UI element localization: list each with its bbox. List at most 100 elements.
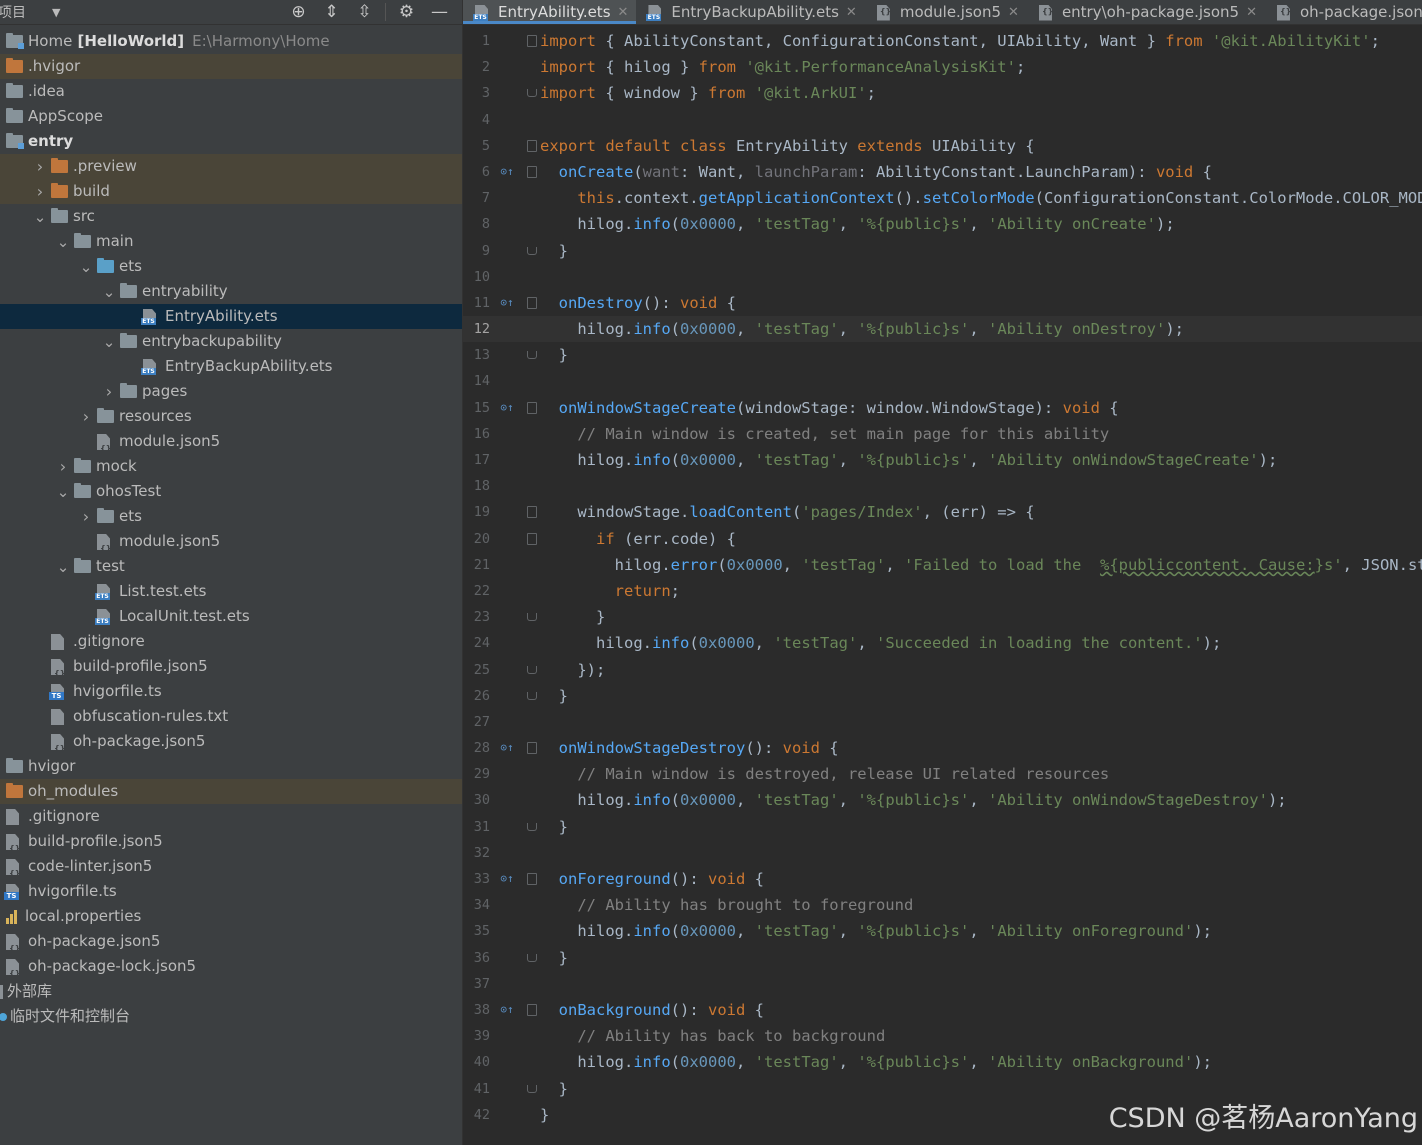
tree-item[interactable]: .gitignore bbox=[0, 629, 462, 654]
tree-item[interactable]: oh-package.json5 bbox=[0, 929, 462, 954]
code-line[interactable]: 26 } bbox=[463, 683, 1422, 709]
override-method-icon[interactable]: ⊙↑ bbox=[497, 159, 517, 185]
code-line[interactable]: 2 import { hilog } from '@kit.Performance… bbox=[463, 54, 1422, 80]
tree-item[interactable]: oh-package.json5 bbox=[0, 729, 462, 754]
fold-marker-icon[interactable] bbox=[527, 691, 537, 700]
fold-marker-icon[interactable] bbox=[527, 953, 537, 962]
code-line[interactable]: 18 bbox=[463, 473, 1422, 499]
tree-item[interactable]: ETS EntryAbility.ets bbox=[0, 304, 462, 329]
code-line[interactable]: 29 // Main window is destroyed, release … bbox=[463, 761, 1422, 787]
tree-item[interactable]: code-linter.json5 bbox=[0, 854, 462, 879]
code-line[interactable]: 8 hilog.info(0x0000, 'testTag', '%{publi… bbox=[463, 211, 1422, 237]
tree-item[interactable]: TS hvigorfile.ts bbox=[0, 879, 462, 904]
close-icon[interactable]: ✕ bbox=[618, 5, 629, 20]
code-line[interactable]: 23 } bbox=[463, 604, 1422, 630]
tree-item[interactable]: obfuscation-rules.txt bbox=[0, 704, 462, 729]
code-line[interactable]: 21 hilog.error(0x0000, 'testTag', 'Faile… bbox=[463, 552, 1422, 578]
chevron-down-icon[interactable]: ⌄ bbox=[52, 559, 74, 574]
fold-marker-icon[interactable] bbox=[527, 1084, 537, 1093]
tree-item[interactable]: › pages bbox=[0, 379, 462, 404]
code-line[interactable]: 9 } bbox=[463, 238, 1422, 264]
code-area[interactable]: 1 import { AbilityConstant, Configuration… bbox=[463, 28, 1422, 1128]
fold-marker-icon[interactable] bbox=[527, 165, 537, 178]
code-line[interactable]: 16 // Main window is created, set main p… bbox=[463, 421, 1422, 447]
tree-item[interactable]: build-profile.json5 bbox=[0, 654, 462, 679]
tree-item[interactable]: › ets bbox=[0, 504, 462, 529]
tree-item[interactable]: oh-package-lock.json5 bbox=[0, 954, 462, 979]
tree-item[interactable]: module.json5 bbox=[0, 429, 462, 454]
editor-tab[interactable]: oh-package.json5 bbox=[1265, 0, 1422, 24]
code-line[interactable]: 20 if (err.code) { bbox=[463, 526, 1422, 552]
code-line[interactable]: 7 this.context.getApplicationContext().s… bbox=[463, 185, 1422, 211]
tree-item[interactable]: › .preview bbox=[0, 154, 462, 179]
fold-marker-icon[interactable] bbox=[527, 822, 537, 831]
code-line[interactable]: 34 // Ability has brought to foreground bbox=[463, 892, 1422, 918]
code-line[interactable]: 38 ⊙↑ onBackground(): void { bbox=[463, 997, 1422, 1023]
tree-item[interactable]: ⌄ entryability bbox=[0, 279, 462, 304]
code-line[interactable]: 13 } bbox=[463, 342, 1422, 368]
fold-marker-icon[interactable] bbox=[527, 89, 537, 98]
tree-item[interactable]: .hvigor bbox=[0, 54, 462, 79]
override-method-icon[interactable]: ⊙↑ bbox=[497, 866, 517, 892]
code-line[interactable]: 15 ⊙↑ onWindowStageCreate(windowStage: wi… bbox=[463, 395, 1422, 421]
code-line[interactable]: 6 ⊙↑ onCreate(want: Want, launchParam: Ab… bbox=[463, 159, 1422, 185]
project-view-selector[interactable]: 项目 bbox=[0, 2, 26, 22]
fold-marker-icon[interactable] bbox=[527, 665, 537, 674]
code-line[interactable]: 31 } bbox=[463, 814, 1422, 840]
code-line[interactable]: 5 export default class EntryAbility exten… bbox=[463, 133, 1422, 159]
code-line[interactable]: 25 }); bbox=[463, 657, 1422, 683]
chevron-right-icon[interactable]: › bbox=[29, 179, 51, 204]
fold-marker-icon[interactable] bbox=[527, 246, 537, 255]
code-line[interactable]: 4 bbox=[463, 107, 1422, 133]
code-line[interactable]: 37 bbox=[463, 971, 1422, 997]
chevron-down-icon[interactable]: ⌄ bbox=[29, 209, 51, 224]
chevron-right-icon[interactable]: › bbox=[75, 404, 97, 429]
code-line[interactable]: 28 ⊙↑ onWindowStageDestroy(): void { bbox=[463, 735, 1422, 761]
chevron-right-icon[interactable]: › bbox=[98, 379, 120, 404]
code-line[interactable]: 36 } bbox=[463, 945, 1422, 971]
override-method-icon[interactable]: ⊙↑ bbox=[497, 735, 517, 761]
code-line[interactable]: 10 bbox=[463, 264, 1422, 290]
fold-marker-icon[interactable] bbox=[527, 351, 537, 360]
fold-marker-icon[interactable] bbox=[527, 873, 537, 885]
editor-tab[interactable]: ETS EntryBackupAbility.ets ✕ bbox=[636, 0, 864, 24]
tree-item[interactable]: AppScope bbox=[0, 104, 462, 129]
collapse-all-icon[interactable]: ⇳ bbox=[348, 2, 381, 22]
tree-item[interactable]: 外部库 bbox=[0, 979, 462, 1004]
code-line[interactable]: 12 hilog.info(0x0000, 'testTag', '%{publ… bbox=[463, 316, 1422, 343]
tree-item[interactable]: .idea bbox=[0, 79, 462, 104]
editor-tab[interactable]: ETS EntryAbility.ets ✕ bbox=[463, 0, 637, 24]
code-line[interactable]: 24 hilog.info(0x0000, 'testTag', 'Succee… bbox=[463, 630, 1422, 656]
tree-item[interactable]: oh_modules bbox=[0, 779, 462, 804]
tree-item[interactable]: module.json5 bbox=[0, 529, 462, 554]
gear-icon[interactable]: ⚙ bbox=[390, 2, 423, 22]
chevron-down-icon[interactable]: ⌄ bbox=[98, 284, 120, 299]
chevron-right-icon[interactable]: › bbox=[29, 154, 51, 179]
code-line[interactable]: 35 hilog.info(0x0000, 'testTag', '%{publ… bbox=[463, 918, 1422, 944]
code-line[interactable]: 17 hilog.info(0x0000, 'testTag', '%{publ… bbox=[463, 447, 1422, 473]
code-line[interactable]: 1 import { AbilityConstant, Configuration… bbox=[463, 28, 1422, 54]
close-icon[interactable]: ✕ bbox=[1008, 5, 1019, 20]
code-line[interactable]: 11 ⊙↑ onDestroy(): void { bbox=[463, 290, 1422, 316]
fold-marker-icon[interactable] bbox=[527, 532, 537, 545]
locate-icon[interactable]: ⊕ bbox=[282, 2, 315, 22]
tree-item[interactable]: local.properties bbox=[0, 904, 462, 929]
tree-item[interactable]: build-profile.json5 bbox=[0, 829, 462, 854]
tree-item[interactable]: ⌄ ohosTest bbox=[0, 479, 462, 504]
tree-item[interactable]: hvigor bbox=[0, 754, 462, 779]
code-line[interactable]: 39 // Ability has back to background bbox=[463, 1023, 1422, 1049]
code-line[interactable]: 33 ⊙↑ onForeground(): void { bbox=[463, 866, 1422, 892]
tree-item[interactable]: ⌄ ets bbox=[0, 254, 462, 279]
code-line[interactable]: 19 windowStage.loadContent('pages/Index'… bbox=[463, 499, 1422, 525]
tree-item[interactable]: Home [HelloWorld] E:\Harmony\Home bbox=[0, 29, 462, 54]
override-method-icon[interactable]: ⊙↑ bbox=[497, 290, 517, 316]
tree-item[interactable]: › build bbox=[0, 179, 462, 204]
close-icon[interactable]: ✕ bbox=[846, 5, 857, 20]
editor-tab[interactable]: module.json5 ✕ bbox=[865, 0, 1027, 24]
fold-marker-icon[interactable] bbox=[527, 35, 537, 47]
tree-item[interactable]: ETS EntryBackupAbility.ets bbox=[0, 354, 462, 379]
code-line[interactable]: 40 hilog.info(0x0000, 'testTag', '%{publ… bbox=[463, 1049, 1422, 1075]
override-method-icon[interactable]: ⊙↑ bbox=[497, 395, 517, 421]
override-method-icon[interactable]: ⊙↑ bbox=[497, 997, 517, 1023]
chevron-down-icon[interactable]: ▼ bbox=[52, 6, 60, 19]
